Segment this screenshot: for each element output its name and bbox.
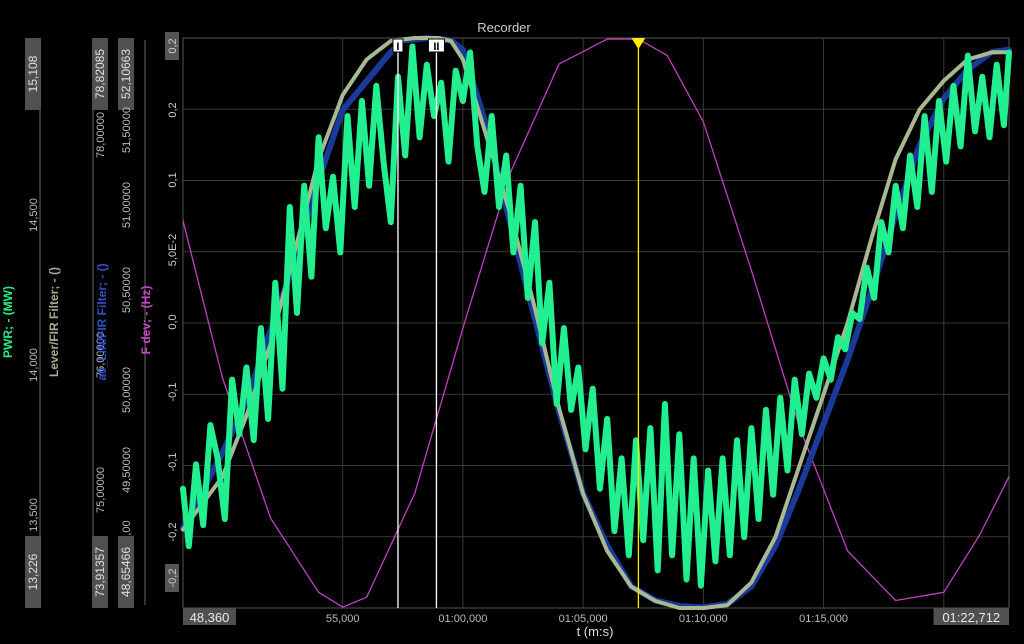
axis-max-label: 52,10663: [118, 38, 134, 110]
right-axis-tick: -0,2: [165, 564, 179, 592]
axis-tick: 75,00000: [95, 467, 107, 513]
right-axis-tick-label: -0,2: [167, 523, 179, 542]
axis-name-text: F dev; - (Hz): [139, 286, 153, 355]
cursor-label-1: II: [433, 41, 439, 53]
x-axis-end-label: 01:22,712: [942, 610, 1000, 625]
axis-min-label: 73,91357: [92, 536, 108, 608]
axis-name: Lever/FIR Filter; - (): [47, 267, 61, 377]
right-axis-tick-label: -0,1: [167, 453, 179, 472]
axis-name: F dev; - (Hz): [139, 286, 153, 355]
right-axis-tick-label: 0,1: [167, 172, 179, 187]
right-axis-tick-label: -0,2: [167, 569, 179, 588]
axis-tick: 50,50000: [121, 267, 133, 313]
axis-min-label: 13,226: [25, 536, 41, 608]
axis-tick: 51,00000: [121, 182, 133, 228]
right-axis-tick: 0,0: [167, 314, 179, 329]
x-axis: 48,360 55,000 01:00,000 01:05,000 01:10,000 0…: [183, 608, 1009, 625]
axis-min-label: 48,65466: [118, 536, 134, 608]
axis-tick: 14,500: [28, 198, 40, 232]
axis-tick: ,00: [121, 520, 133, 535]
x-axis-tick-label: 01:00,000: [438, 613, 487, 625]
axis-min-text: 13,226: [26, 553, 40, 590]
axis-max-label: 78,82085: [92, 38, 108, 110]
x-axis-label: t (m:s): [577, 624, 614, 639]
right-axis-tick: 0,1: [167, 172, 179, 187]
axis-name-text: Lever/FIR Filter; - (): [47, 267, 61, 377]
axis-name: a0_LIN/FIR Filter; - (): [95, 263, 109, 380]
right-axis-tick-label: 0,2: [167, 38, 179, 53]
axis-tick: 49,50000: [121, 447, 133, 493]
x-axis-tick-label: 01:10,000: [679, 613, 728, 625]
axis-tick-label: 51,00000: [121, 182, 133, 228]
right-axis-tick: -0,1: [167, 453, 179, 472]
axis-tick: 14,000: [28, 348, 40, 382]
axis-tick-label: 13,500: [28, 498, 40, 532]
right-axis-tick: 0,2: [165, 32, 179, 60]
axis-max-text: 15,108: [26, 55, 40, 92]
axis-tick-label: 78,00000: [95, 112, 107, 158]
axis-tick-label: 51,50000: [121, 107, 133, 153]
axis-tick-label: ,00: [121, 520, 133, 535]
axis-min-text: 48,65466: [119, 547, 133, 597]
left-axes: 15,108 13,226 13,500 14,000 14,500 78,82085 73…: [1, 38, 153, 608]
axis-tick-label: 75,00000: [95, 467, 107, 513]
axis-tick: 50,00000: [121, 367, 133, 413]
axis-max-label: 15,108: [25, 38, 41, 110]
right-axis-tick: 5,0E-2: [167, 234, 179, 266]
x-axis-end-label: 48,360: [190, 610, 230, 625]
axis-tick-label: 49,50000: [121, 447, 133, 493]
axis-tick-label: 14,500: [28, 198, 40, 232]
right-axis-tick: -0,1: [167, 383, 179, 402]
axis-name-text: a0_LIN/FIR Filter; - (): [95, 263, 109, 380]
right-axis-tick-label: 5,0E-2: [167, 234, 179, 266]
axis-tick-label: 50,00000: [121, 367, 133, 413]
axis-max-text: 78,82085: [93, 49, 107, 99]
right-axis: 0,2 0,2 0,1 5,0E-2 0,0 -0,1 -0,1 -0,2 -0,2: [165, 32, 179, 592]
axis-name-text: PWR; - (MW): [1, 286, 15, 358]
axis-tick: 51,50000: [121, 107, 133, 153]
chart-title: Recorder: [477, 20, 531, 35]
x-axis-tick-label: 55,000: [326, 613, 360, 625]
recorder-chart[interactable]: 15,108 13,226 13,500 14,000 14,500 78,82085 73…: [0, 0, 1024, 644]
right-axis-tick-label: 0,0: [167, 314, 179, 329]
axis-max-text: 52,10663: [119, 49, 133, 99]
right-axis-tick: -0,2: [167, 523, 179, 542]
cursor-label-0: I: [396, 41, 399, 53]
axis-min-text: 73,91357: [93, 547, 107, 597]
axis-tick-label: 14,000: [28, 348, 40, 382]
right-axis-tick-label: -0,1: [167, 383, 179, 402]
axis-tick-label: 50,50000: [121, 267, 133, 313]
right-axis-tick-label: 0,2: [167, 102, 179, 117]
x-axis-tick-label: 01:15,000: [799, 613, 848, 625]
axis-name: PWR; - (MW): [1, 286, 15, 358]
axis-tick: 78,00000: [95, 112, 107, 158]
axis-tick: 13,500: [28, 498, 40, 532]
right-axis-tick: 0,2: [167, 102, 179, 117]
